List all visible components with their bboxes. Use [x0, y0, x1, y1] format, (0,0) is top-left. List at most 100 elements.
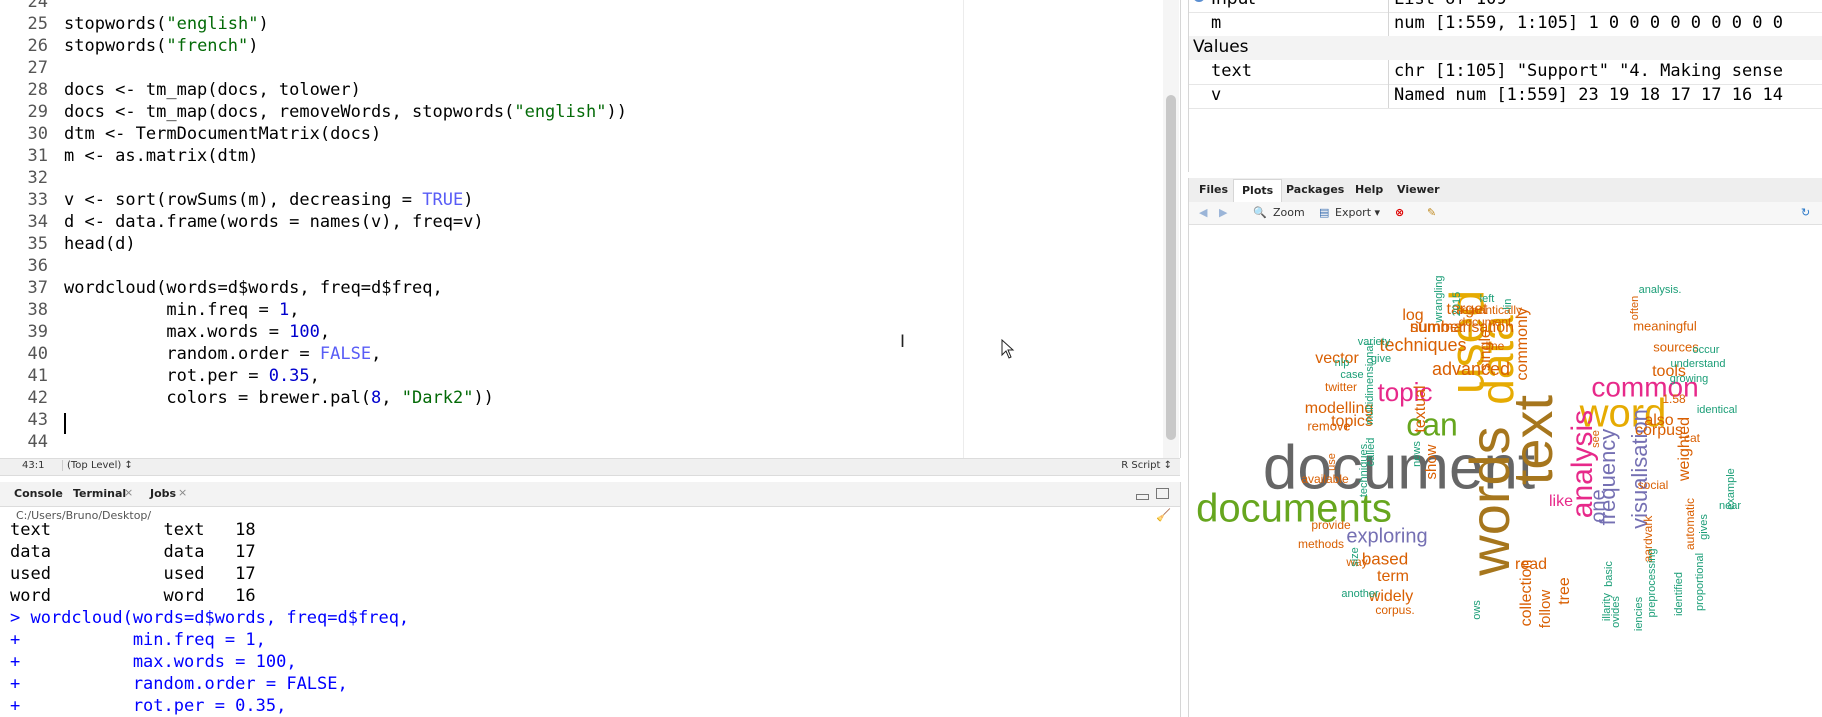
editor-status-bar: 43:1 (Top Level) ↕ R Script ↕	[0, 458, 1180, 476]
env-section-header: Values	[1189, 36, 1822, 60]
tab-files[interactable]: Files	[1199, 183, 1228, 196]
wordcloud-word: term	[1377, 568, 1409, 585]
wordcloud-word: corpus.	[1375, 603, 1414, 617]
scope-selector[interactable]: (Top Level) ↕	[62, 460, 133, 471]
tab-jobs[interactable]: Jobs	[150, 487, 176, 500]
env-name: m	[1211, 13, 1222, 33]
editor-scrollbar[interactable]	[1163, 0, 1179, 458]
tab-help[interactable]: Help	[1355, 183, 1383, 196]
wordcloud-word: case	[1340, 369, 1363, 381]
wordcloud-word: twitter	[1325, 380, 1357, 394]
line-number: 44	[27, 432, 48, 452]
env-value: Named num [1:559] 23 19 18 17 17 16 14	[1394, 85, 1783, 105]
code-line[interactable]: min.freq = 1,	[64, 300, 299, 320]
console-line: data data 17	[10, 542, 256, 562]
wordcloud-word: exploring	[1346, 525, 1427, 547]
expand-icon[interactable]	[1193, 0, 1205, 2]
wordcloud-word: example	[1725, 468, 1737, 510]
wordcloud-plot: documentdocuments wordstextdatausedwordco…	[1196, 275, 1741, 631]
wordcloud-word: methods	[1298, 537, 1344, 551]
wordcloud-word: understand	[1670, 358, 1725, 370]
text-caret	[64, 413, 66, 434]
wordcloud-word: available	[1301, 472, 1349, 486]
console-line: text text 18	[10, 520, 256, 540]
wordcloud-word: basic	[1603, 561, 1615, 587]
line-number: 38	[27, 300, 48, 320]
wordcloud-word: another	[1341, 588, 1379, 600]
env-row[interactable]: text chr [1:105] "Support" "4. Making se…	[1189, 60, 1822, 85]
remove-plot-icon[interactable]: ⊗	[1395, 206, 1404, 219]
code-line[interactable]: docs <- tm_map(docs, tolower)	[64, 80, 361, 100]
close-jobs-icon[interactable]: ×	[178, 486, 187, 499]
zoom-button[interactable]: Zoom	[1273, 206, 1305, 219]
line-number: 24	[27, 0, 48, 12]
source-editor[interactable]: 24 25 26 27 28 29 30 31 32 33 34 35 36 37 38 39 40 41 42 43…	[0, 0, 1181, 458]
close-terminal-icon[interactable]: ×	[124, 486, 133, 499]
tab-packages[interactable]: Packages	[1286, 183, 1344, 196]
zoom-icon: 🔍	[1253, 206, 1267, 219]
code-line[interactable]: rot.per = 0.35,	[64, 366, 320, 386]
wordcloud-word: iencies	[1633, 596, 1645, 631]
minimize-pane-icon[interactable]	[1136, 494, 1149, 500]
wordcloud-word: 2015	[1451, 292, 1463, 316]
line-number: 33	[27, 190, 48, 210]
line-number: 40	[27, 344, 48, 364]
wordcloud-word: log	[1402, 307, 1423, 324]
line-number: 35	[27, 234, 48, 254]
code-line[interactable]: docs <- tm_map(docs, removeWords, stopwo…	[64, 102, 627, 122]
wordcloud-word: show	[1423, 444, 1440, 479]
code-line[interactable]: stopwords("french")	[64, 36, 259, 56]
wordcloud-word: like	[1549, 493, 1573, 510]
wordcloud-word: called	[1365, 438, 1377, 467]
maximize-pane-icon[interactable]	[1156, 488, 1169, 499]
wordcloud-word: often	[1629, 296, 1641, 320]
back-arrow-icon[interactable]: ◀	[1199, 206, 1207, 219]
tab-terminal[interactable]: Terminal	[73, 487, 126, 500]
wordcloud-word: 1.58	[1662, 392, 1686, 406]
line-number: 34	[27, 212, 48, 232]
filetype-selector[interactable]: R Script ↕	[1121, 460, 1172, 471]
wordcloud-word: news	[1411, 441, 1423, 467]
env-name: v	[1211, 85, 1222, 105]
code-line[interactable]: colors = brewer.pal(8, "Dark2"))	[64, 388, 494, 408]
export-button[interactable]: Export ▾	[1335, 206, 1380, 219]
wordcloud-word: growing	[1670, 373, 1709, 385]
forward-arrow-icon[interactable]: ▶	[1219, 206, 1227, 219]
code-line[interactable]: stopwords("english")	[64, 14, 269, 34]
code-line[interactable]: random.order = FALSE,	[64, 344, 381, 364]
code-line[interactable]: m <- as.matrix(dtm)	[64, 146, 258, 166]
env-section-label: Values	[1193, 37, 1249, 57]
environment-pane: Input List of 109 m num [1:559, 1:105] 1…	[1188, 0, 1822, 172]
wordcloud-word: meaningful	[1633, 318, 1697, 333]
code-line[interactable]: wordcloud(words=d$words, freq=d$freq,	[64, 278, 443, 298]
refresh-icon[interactable]: ↻	[1801, 206, 1810, 219]
wordcloud-word: text	[1501, 394, 1564, 485]
wordcloud-word: techniques	[1379, 335, 1466, 355]
env-row[interactable]: v Named num [1:559] 23 19 18 17 17 16 14	[1189, 84, 1822, 109]
line-number: 39	[27, 322, 48, 342]
console-pane[interactable]: Console Terminal × Jobs × C:/Users/Bruno…	[0, 482, 1181, 717]
ibeam-cursor-icon: I	[900, 332, 906, 352]
wordcloud-word: multidimensional	[1364, 343, 1376, 425]
mouse-pointer-icon	[1001, 339, 1015, 359]
wordcloud-word: -line	[1482, 339, 1505, 353]
code-line[interactable]: v <- sort(rowSums(m), decreasing = TRUE)	[64, 190, 473, 210]
env-row[interactable]: m num [1:559, 1:105] 1 0 0 0 0 0 0 0 0 0	[1189, 12, 1822, 37]
tab-plots[interactable]: Plots	[1233, 179, 1283, 202]
code-line[interactable]: dtm <- TermDocumentMatrix(docs)	[64, 124, 381, 144]
code-line[interactable]: d <- data.frame(words = names(v), freq=v…	[64, 212, 484, 232]
wordcloud-word: nlp	[1335, 357, 1350, 369]
wordcloud-word: automatic	[1683, 498, 1697, 550]
wordcloud-word: collection	[1518, 560, 1535, 627]
tab-viewer[interactable]: Viewer	[1397, 183, 1440, 196]
scrollbar-thumb[interactable]	[1166, 95, 1176, 440]
clear-plots-icon[interactable]: ✎	[1427, 206, 1436, 219]
line-number: 43	[27, 410, 48, 430]
clear-console-icon[interactable]: 🧹	[1156, 508, 1171, 522]
wordcloud-word: preprocessing	[1646, 548, 1658, 617]
env-value: List of 109	[1394, 0, 1507, 9]
code-line[interactable]: max.words = 100,	[64, 322, 330, 342]
console-line: + min.freq = 1,	[10, 630, 266, 650]
tab-console[interactable]: Console	[14, 487, 63, 500]
code-line[interactable]: head(d)	[64, 234, 136, 254]
